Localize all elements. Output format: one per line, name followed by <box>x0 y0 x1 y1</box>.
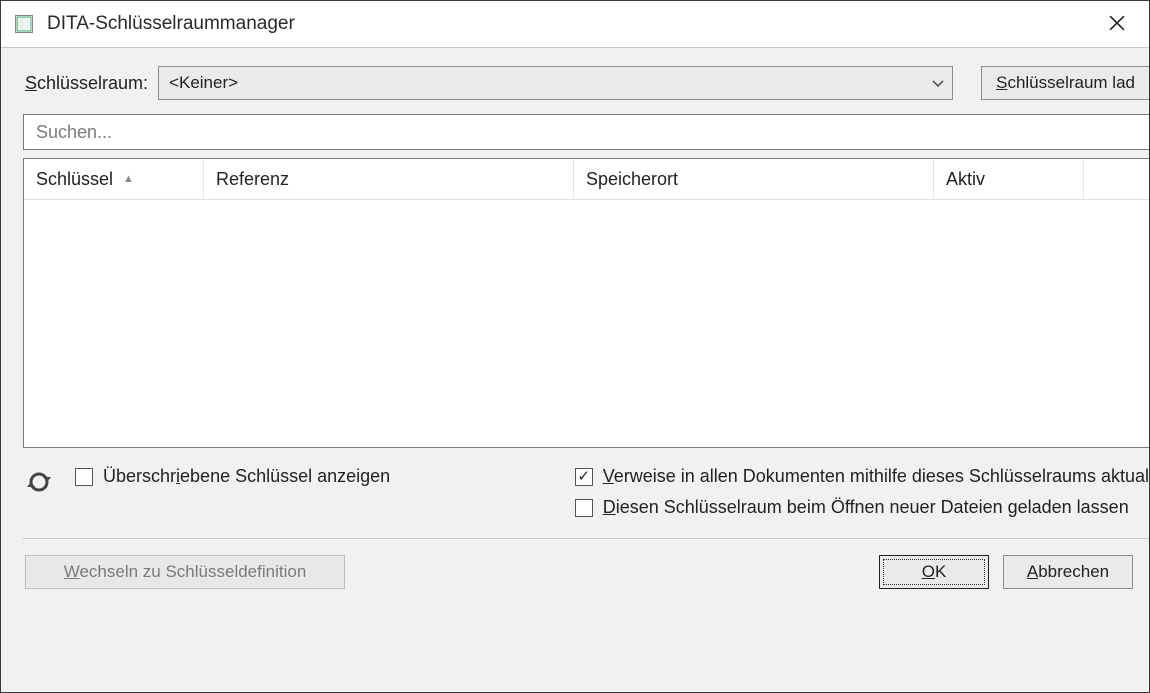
button-row: Wechseln zu Schlüsseldefinition OK Abbre… <box>1 539 1149 605</box>
app-icon <box>15 15 33 33</box>
show-overridden-label: Überschriebene Schlüssel anzeigen <box>103 466 390 487</box>
column-header-active[interactable]: Aktiv <box>934 159 1084 199</box>
options-left: Überschriebene Schlüssel anzeigen <box>75 466 390 487</box>
keyspace-selected-value: <Keiner> <box>169 73 932 93</box>
dialog-body: Schlüsselraum: <Keiner> Schlüsselraum la… <box>1 48 1149 692</box>
keyspace-row: Schlüsselraum: <Keiner> Schlüsselraum la… <box>1 66 1149 114</box>
sort-ascending-icon: ▲ <box>123 173 134 185</box>
column-header-reference[interactable]: Referenz <box>204 159 574 199</box>
keys-table[interactable]: Schlüssel ▲ Referenz Speicherort Aktiv <box>23 158 1149 448</box>
title-bar: DITA-Schlüsselraummanager <box>1 1 1149 48</box>
chevron-down-icon <box>932 75 944 91</box>
options-row: Überschriebene Schlüssel anzeigen Verwei… <box>1 448 1149 530</box>
keep-loaded-label: Diesen Schlüsselraum beim Öffnen neuer D… <box>603 497 1129 518</box>
close-button[interactable] <box>1095 11 1139 37</box>
load-keyspace-button[interactable]: Schlüsselraum lad <box>981 66 1149 100</box>
table-body-empty <box>24 200 1149 447</box>
keyspace-label: Schlüsselraum: <box>25 73 148 94</box>
dialog-window: DITA-Schlüsselraummanager Schlüsselraum:… <box>0 0 1150 693</box>
window-title: DITA-Schlüsselraummanager <box>47 13 1095 35</box>
table-header: Schlüssel ▲ Referenz Speicherort Aktiv <box>24 159 1149 200</box>
cancel-button[interactable]: Abbrechen <box>1003 555 1133 589</box>
options-right: Verweise in allen Dokumenten mithilfe di… <box>575 466 1149 518</box>
keyspace-combobox[interactable]: <Keiner> <box>158 66 953 100</box>
checkbox-box <box>575 468 593 486</box>
update-refs-checkbox[interactable]: Verweise in allen Dokumenten mithilfe di… <box>575 466 1149 487</box>
checkbox-box <box>75 468 93 486</box>
column-header-location[interactable]: Speicherort <box>574 159 934 199</box>
column-header-key[interactable]: Schlüssel ▲ <box>24 159 204 199</box>
checkbox-box <box>575 499 593 517</box>
go-to-definition-button: Wechseln zu Schlüsseldefinition <box>25 555 345 589</box>
update-refs-label: Verweise in allen Dokumenten mithilfe di… <box>603 466 1149 487</box>
search-row <box>1 114 1149 158</box>
show-overridden-checkbox[interactable]: Überschriebene Schlüssel anzeigen <box>75 466 390 487</box>
ok-button[interactable]: OK <box>879 555 989 589</box>
search-input[interactable] <box>23 114 1149 150</box>
keep-loaded-checkbox[interactable]: Diesen Schlüsselraum beim Öffnen neuer D… <box>575 497 1149 518</box>
refresh-icon[interactable] <box>25 468 53 496</box>
